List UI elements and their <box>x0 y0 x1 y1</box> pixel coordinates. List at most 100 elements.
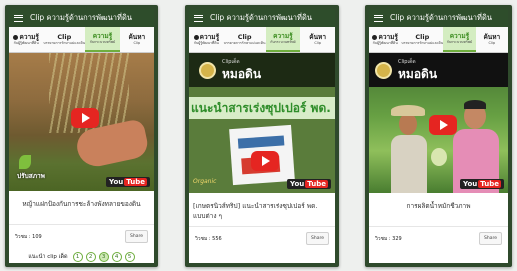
view-count: วิวชม : 109 <box>15 233 42 240</box>
video-player[interactable]: ปรับสภาพ You Tube <box>9 53 154 191</box>
youtube-logo-you: You <box>290 180 305 188</box>
hamburger-menu-icon[interactable] <box>374 14 383 22</box>
tab-label: ความรู้ <box>273 32 293 40</box>
pagination-label: แนะนำ clip เด็ด <box>28 254 68 260</box>
tab-sublabel: บรรยายการรักษาแม่และดิน <box>401 40 444 45</box>
tab-sublabel: กับกระบวนทรัพย์ <box>89 39 116 44</box>
page-button-1[interactable]: 1 <box>72 252 83 262</box>
tab-label: ความรู้ <box>378 33 398 41</box>
top-bar: Clip ความรู้ด้านการพัฒนาที่ดิน <box>9 9 154 27</box>
channel-brand: Clipเด็ด หมอดิน <box>398 58 438 81</box>
tab-sublabel: กับผู้รู้พัฒนาที่ดิน <box>13 40 39 45</box>
tab-label: ค้นหา <box>128 33 146 41</box>
youtube-logo-tube: Tube <box>305 180 328 188</box>
play-button-icon[interactable] <box>251 151 279 171</box>
brand-big-text: หมอดิน <box>398 66 438 81</box>
hamburger-menu-icon[interactable] <box>194 14 203 22</box>
tab-knowledge-experts[interactable]: ความรู้ กับผู้รู้พัฒนาที่ดิน <box>189 27 224 52</box>
tab-label: Clip <box>237 33 252 41</box>
tab-label: Clip <box>415 33 430 41</box>
tab-label: ความรู้ <box>19 33 39 41</box>
tab-knowledge-active[interactable]: ความรู้ กับกระบวนทรัพย์ <box>265 27 301 52</box>
tab-knowledge-experts[interactable]: ความรู้ กับผู้รู้พัฒนาที่ดิน <box>369 27 401 52</box>
nav-tabs: ความรู้ กับผู้รู้พัฒนาที่ดิน Clip บรรยาย… <box>189 27 335 53</box>
video-player[interactable]: Clipเด็ด หมอดิน แนะนำสารเร่งซุปเปอร์ พด.… <box>189 53 335 193</box>
farmer-face-detail <box>399 113 417 135</box>
nav-tabs: ความรู้ กับผู้รู้พัฒนาที่ดิน Clip บรรยาย… <box>9 27 154 53</box>
youtube-logo-you: You <box>109 178 124 186</box>
nav-tabs: ความรู้ กับผู้รู้พัฒนาที่ดิน Clip บรรยาย… <box>369 27 508 53</box>
tab-clip-lectures[interactable]: Clip บรรยายการรักษาแม่และดิน <box>224 27 266 52</box>
tab-sublabel: บรรยายการรักษาแม่และดิน <box>223 40 266 45</box>
farmer-thumbnail-detail <box>391 135 427 193</box>
share-button[interactable]: Share <box>125 230 148 243</box>
clip-pagination: แนะนำ clip เด็ด 1 2 3 4 5 <box>9 252 154 262</box>
channel-brand: Clipเด็ด หมอดิน <box>222 58 262 81</box>
tab-knowledge-experts[interactable]: ความรู้ กับผู้รู้พัฒนาที่ดิน <box>9 27 43 52</box>
page-button-2[interactable]: 2 <box>85 252 96 262</box>
video-overlay-text: ปรับสภาพ <box>17 172 45 180</box>
youtube-logo[interactable]: You Tube <box>106 177 150 187</box>
tab-label: Clip <box>57 33 72 41</box>
brand-small-text: Clipเด็ด <box>398 58 416 65</box>
video-player[interactable]: Clipเด็ด หมอดิน You Tube <box>369 53 508 193</box>
top-bar: Clip ความรู้ด้านการพัฒนาที่ดิน <box>369 9 508 27</box>
tab-sublabel: บรรยายการรักษาแม่และดิน <box>43 40 86 45</box>
tab-sublabel: กับผู้รู้พัฒนาที่ดิน <box>372 40 398 45</box>
play-button-icon[interactable] <box>71 108 99 128</box>
video-title: หญ้าแฝกป้องกันการชะล้างพังทลายของดิน <box>22 200 141 208</box>
bullet-icon <box>193 34 199 40</box>
tab-label: ความรู้ <box>92 32 113 40</box>
tab-sublabel: กับกระบวนทรัพย์ <box>270 39 296 44</box>
view-count: วิวชม : 329 <box>375 235 402 242</box>
video-logo: ปรับสภาพ <box>17 155 57 181</box>
page-button-5[interactable]: 5 <box>124 252 135 262</box>
phone-screen-3: Clip ความรู้ด้านการพัฒนาที่ดิน ความรู้ ก… <box>365 5 512 267</box>
tab-search-clip[interactable]: ค้นหา Clip <box>300 27 335 52</box>
app-title: Clip ความรู้ด้านการพัฒนาที่ดิน <box>30 13 132 22</box>
tab-search-clip[interactable]: ค้นหา Clip <box>476 27 508 52</box>
hamburger-menu-icon[interactable] <box>14 14 23 22</box>
top-bar: Clip ความรู้ด้านการพัฒนาที่ดิน <box>189 9 335 27</box>
tab-sublabel: Clip <box>488 40 496 45</box>
brand-small-text: Clipเด็ด <box>222 58 240 65</box>
tab-sublabel: กับผู้รู้พัฒนาที่ดิน <box>193 40 219 45</box>
tab-knowledge-active[interactable]: ความรู้ กับกระบวนทรัพย์ <box>443 27 476 52</box>
fruit-thumbnail-detail <box>431 148 447 166</box>
leaf-icon <box>19 155 31 169</box>
tab-knowledge-active[interactable]: ความรู้ กับกระบวนทรัพย์ <box>85 27 120 52</box>
youtube-logo[interactable]: You Tube <box>460 179 504 189</box>
youtube-logo-tube: Tube <box>478 180 501 188</box>
phone-screen-2: Clip ความรู้ด้านการพัฒนาที่ดิน ความรู้ ก… <box>185 5 339 267</box>
bullet-icon <box>13 34 19 40</box>
video-title: [เกษตรนิวส์ทริป] แนะนำสารเร่งซุปเปอร์ พด… <box>193 202 318 220</box>
view-count: วิวชม : 556 <box>195 235 222 242</box>
app-title: Clip ความรู้ด้านการพัฒนาที่ดิน <box>390 13 492 22</box>
video-banner-text: แนะนำสารเร่งซุปเปอร์ พด. <box>189 97 335 119</box>
tab-clip-lectures[interactable]: Clip บรรยายการรักษาแม่และดิน <box>43 27 85 52</box>
video-meta: วิวชม : 329 Share <box>369 226 508 250</box>
tab-sublabel: Clip <box>314 40 321 45</box>
tab-label: ความรู้ <box>449 32 470 40</box>
tab-label: ค้นหา <box>309 33 326 41</box>
play-button-icon[interactable] <box>429 115 457 135</box>
youtube-logo[interactable]: You Tube <box>287 179 331 189</box>
page-button-3[interactable]: 3 <box>98 252 109 262</box>
channel-header: Clipเด็ด หมอดิน <box>369 53 508 87</box>
tab-clip-lectures[interactable]: Clip บรรยายการรักษาแม่และดิน <box>401 27 443 52</box>
tab-search-clip[interactable]: ค้นหา Clip <box>120 27 154 52</box>
share-button[interactable]: Share <box>306 232 329 245</box>
presenter-hair-detail <box>464 100 486 109</box>
channel-logo-icon <box>199 61 216 79</box>
page-button-4[interactable]: 4 <box>111 252 122 262</box>
brand-big-text: หมอดิน <box>222 66 262 81</box>
youtube-logo-you: You <box>463 180 478 188</box>
app-title: Clip ความรู้ด้านการพัฒนาที่ดิน <box>210 13 312 22</box>
channel-header: Clipเด็ด หมอดิน <box>189 53 335 87</box>
tab-sublabel: กับกระบวนทรัพย์ <box>446 39 473 44</box>
video-meta: วิวชม : 556 Share <box>189 226 335 250</box>
tab-label: ความรู้ <box>199 33 220 41</box>
share-button[interactable]: Share <box>479 232 502 245</box>
farmer-hat-detail <box>391 105 425 116</box>
channel-logo-icon <box>375 61 392 79</box>
